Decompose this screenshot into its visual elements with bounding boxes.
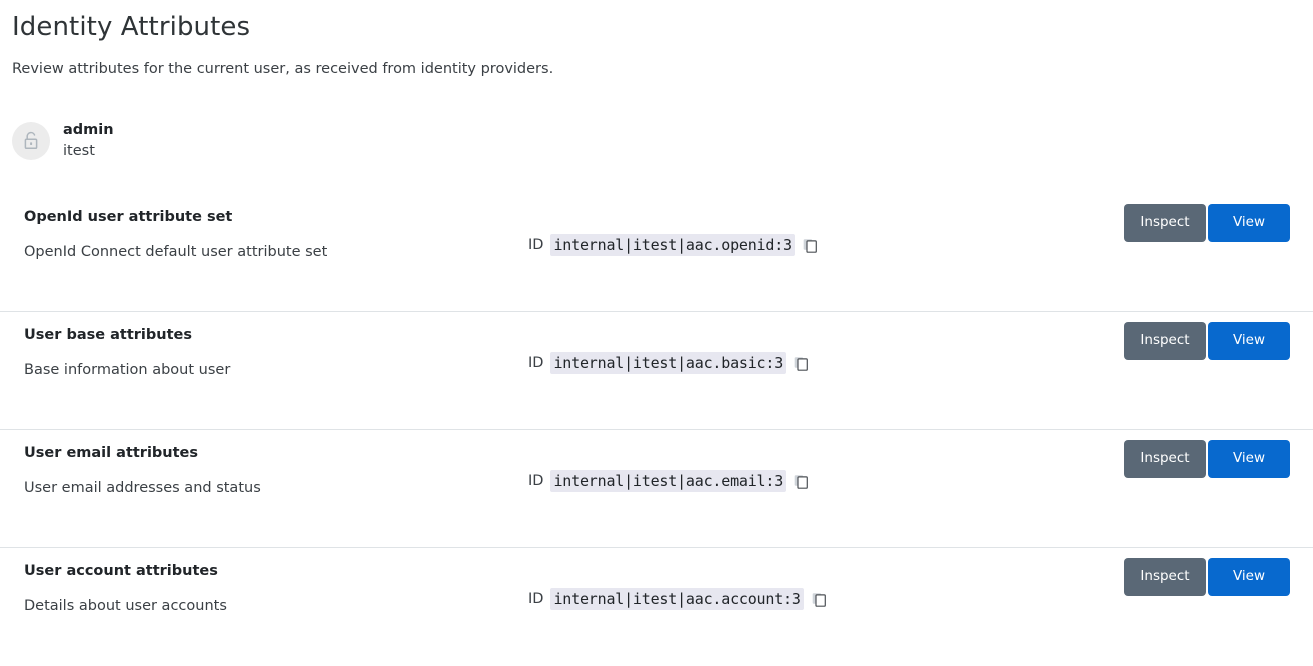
id-value: internal|itest|aac.email:3 [550, 470, 787, 492]
attribute-set-row: User base attributes Base information ab… [0, 312, 1313, 430]
attribute-set-row: User account attributes Details about us… [0, 548, 1313, 666]
copy-icon [812, 592, 826, 607]
id-label: ID [528, 473, 544, 489]
attribute-set-id: ID internal|itest|aac.basic:3 [528, 352, 808, 374]
copy-icon [794, 474, 808, 489]
attribute-set-id: ID internal|itest|aac.email:3 [528, 470, 808, 492]
page-subtitle: Review attributes for the current user, … [12, 61, 554, 77]
id-label: ID [528, 591, 544, 607]
copy-icon [794, 356, 808, 371]
attribute-set-actions: Inspect View [1124, 322, 1290, 360]
inspect-button[interactable]: Inspect [1124, 204, 1206, 242]
view-button[interactable]: View [1208, 204, 1290, 242]
attribute-set-row: OpenId user attribute set OpenId Connect… [0, 194, 1313, 312]
attribute-set-actions: Inspect View [1124, 558, 1290, 596]
copy-icon-button[interactable] [803, 238, 817, 253]
attribute-set-description: User email addresses and status [24, 480, 261, 496]
id-label: ID [528, 355, 544, 371]
attribute-set-title: User account attributes [24, 563, 218, 579]
id-value: internal|itest|aac.openid:3 [550, 234, 795, 256]
view-button[interactable]: View [1208, 440, 1290, 478]
lock-icon [23, 131, 39, 150]
copy-icon-button[interactable] [812, 592, 826, 607]
attribute-set-id: ID internal|itest|aac.account:3 [528, 588, 826, 610]
view-button[interactable]: View [1208, 558, 1290, 596]
attribute-set-description: Details about user accounts [24, 598, 227, 614]
user-name: admin [63, 122, 114, 138]
attribute-set-title: OpenId user attribute set [24, 209, 233, 225]
user-meta: admin itest [63, 121, 114, 160]
id-value: internal|itest|aac.basic:3 [550, 352, 787, 374]
inspect-button[interactable]: Inspect [1124, 558, 1206, 596]
identity-attributes-page: Identity Attributes Review attributes fo… [0, 0, 1313, 666]
attribute-set-actions: Inspect View [1124, 204, 1290, 242]
id-value: internal|itest|aac.account:3 [550, 588, 804, 610]
inspect-button[interactable]: Inspect [1124, 322, 1206, 360]
user-realm: itest [63, 143, 95, 159]
id-label: ID [528, 237, 544, 253]
page-title: Identity Attributes [12, 12, 251, 42]
copy-icon [803, 238, 817, 253]
attribute-set-list: OpenId user attribute set OpenId Connect… [0, 194, 1313, 666]
page-header: Identity Attributes Review attributes fo… [0, 0, 1313, 79]
avatar [12, 121, 50, 160]
attribute-set-description: Base information about user [24, 362, 231, 378]
copy-icon-button[interactable] [794, 356, 808, 371]
attribute-set-actions: Inspect View [1124, 440, 1290, 478]
current-user-block: admin itest [0, 121, 1313, 160]
attribute-set-title: User email attributes [24, 445, 199, 461]
attribute-set-description: OpenId Connect default user attribute se… [24, 244, 328, 260]
attribute-set-row: User email attributes User email address… [0, 430, 1313, 548]
view-button[interactable]: View [1208, 322, 1290, 360]
attribute-set-title: User base attributes [24, 327, 192, 343]
copy-icon-button[interactable] [794, 474, 808, 489]
inspect-button[interactable]: Inspect [1124, 440, 1206, 478]
attribute-set-id: ID internal|itest|aac.openid:3 [528, 234, 817, 256]
